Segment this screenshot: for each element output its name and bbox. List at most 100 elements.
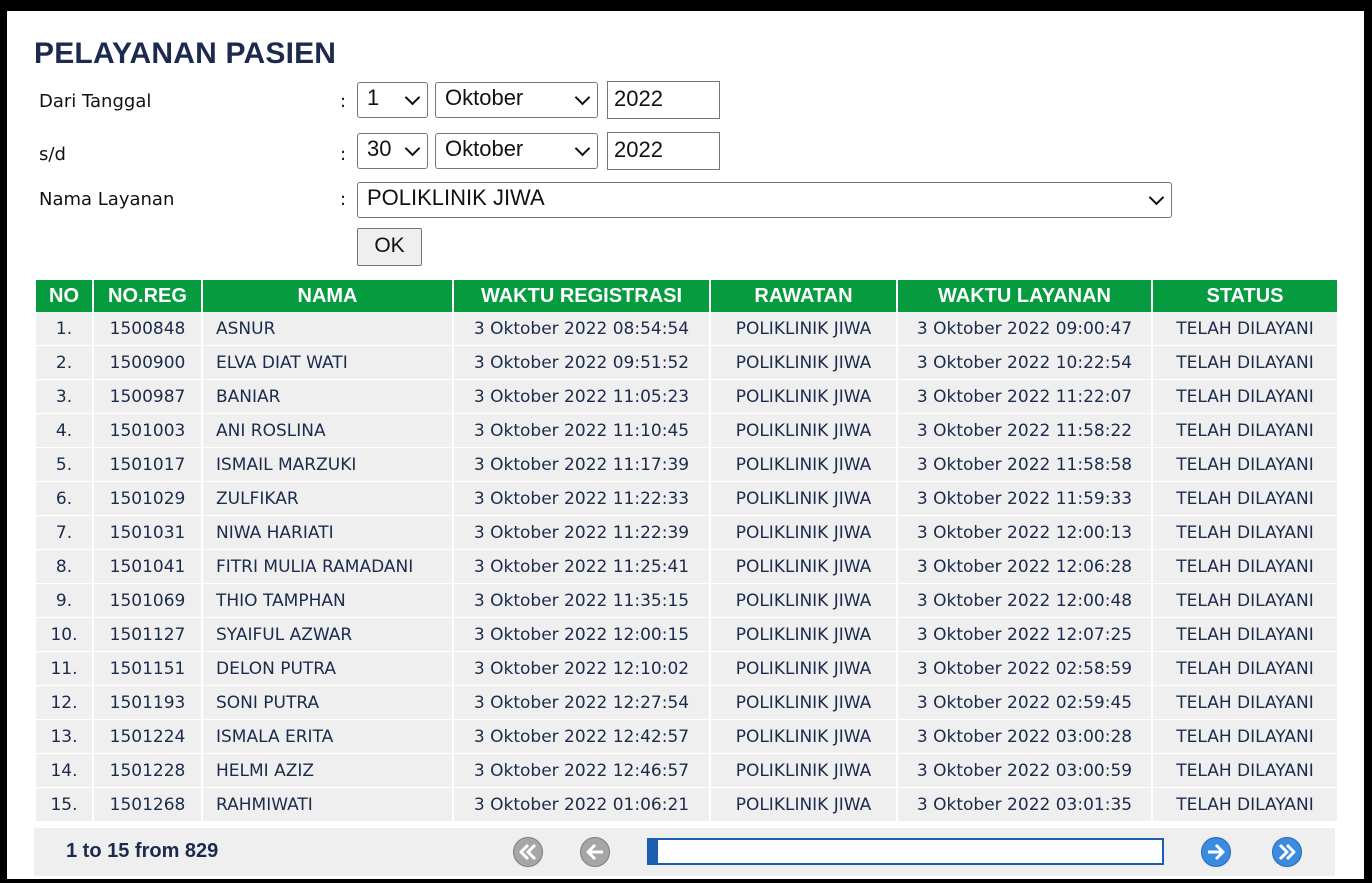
- status-text: TELAH DILAYANI: [1153, 652, 1337, 686]
- chevron-down-icon: [574, 89, 591, 106]
- to-year-input[interactable]: 2022: [607, 132, 720, 170]
- table-row[interactable]: 13. 1501224 ISMALA ERITA 3 Oktober 2022 12:…: [36, 720, 1337, 754]
- page-title: PELAYANAN PASIEN: [34, 37, 337, 70]
- service-time: 3 Oktober 2022 09:00:47: [898, 312, 1151, 346]
- table-row[interactable]: 5. 1501017 ISMAIL MARZUKI 3 Oktober 2022 11…: [36, 448, 1337, 482]
- care-unit: POLIKLINIK JIWA: [711, 788, 896, 822]
- from-month-select[interactable]: Oktober: [435, 82, 598, 118]
- column-header[interactable]: WAKTU REGISTRASI: [454, 280, 709, 312]
- row-number: 14.: [36, 754, 92, 788]
- chevron-down-icon: [404, 140, 421, 157]
- table-row[interactable]: 9. 1501069 THIO TAMPHAN 3 Oktober 2022 11:3…: [36, 584, 1337, 618]
- registration-number: 1500987: [94, 380, 201, 414]
- care-unit: POLIKLINIK JIWA: [711, 686, 896, 720]
- service-time: 3 Oktober 2022 03:00:59: [898, 754, 1151, 788]
- care-unit: POLIKLINIK JIWA: [711, 414, 896, 448]
- service-time: 3 Oktober 2022 03:00:28: [898, 720, 1151, 754]
- service-select[interactable]: POLIKLINIK JIWA: [357, 182, 1172, 218]
- table-row[interactable]: 2. 1500900 ELVA DIAT WATI 3 Oktober 2022 09…: [36, 346, 1337, 380]
- table-row[interactable]: 14. 1501228 HELMI AZIZ 3 Oktober 2022 12:46…: [36, 754, 1337, 788]
- table-row[interactable]: 3. 1500987 BANIAR 3 Oktober 2022 11:05:23 PO…: [36, 380, 1337, 414]
- care-unit: POLIKLINIK JIWA: [711, 652, 896, 686]
- row-number: 5.: [36, 448, 92, 482]
- patient-name: ZULFIKAR: [203, 482, 452, 516]
- care-unit: POLIKLINIK JIWA: [711, 754, 896, 788]
- registration-number: 1501031: [94, 516, 201, 550]
- registration-time: 3 Oktober 2022 11:22:39: [454, 516, 709, 550]
- to-date-colon: :: [340, 144, 347, 165]
- service-time: 3 Oktober 2022 11:58:22: [898, 414, 1151, 448]
- page-progress-bar[interactable]: [647, 838, 1164, 865]
- registration-number: 1501041: [94, 550, 201, 584]
- patient-name: ISMALA ERITA: [203, 720, 452, 754]
- registration-number: 1501017: [94, 448, 201, 482]
- patient-name: FITRI MULIA RAMADANI: [203, 550, 452, 584]
- column-header[interactable]: RAWATAN: [711, 280, 896, 312]
- registration-number: 1501127: [94, 618, 201, 652]
- ok-button[interactable]: OK: [357, 228, 422, 266]
- column-header[interactable]: NO.REG: [94, 280, 201, 312]
- status-text: TELAH DILAYANI: [1153, 380, 1337, 414]
- chevron-down-icon: [574, 140, 591, 157]
- row-number: 9.: [36, 584, 92, 618]
- column-header[interactable]: NAMA: [203, 280, 452, 312]
- to-day-select[interactable]: 30: [357, 133, 428, 169]
- registration-number: 1500848: [94, 312, 201, 346]
- to-month-select[interactable]: Oktober: [435, 133, 598, 169]
- patient-name: NIWA HARIATI: [203, 516, 452, 550]
- table-row[interactable]: 6. 1501029 ZULFIKAR 3 Oktober 2022 11:22:33…: [36, 482, 1337, 516]
- table-row[interactable]: 8. 1501041 FITRI MULIA RAMADANI 3 Oktober 2…: [36, 550, 1337, 584]
- column-header[interactable]: NO: [36, 280, 92, 312]
- row-number: 7.: [36, 516, 92, 550]
- registration-time: 3 Oktober 2022 09:51:52: [454, 346, 709, 380]
- service-time: 3 Oktober 2022 12:00:13: [898, 516, 1151, 550]
- table-row[interactable]: 1. 1500848 ASNUR 3 Oktober 2022 08:54:54 POL…: [36, 312, 1337, 346]
- registration-number: 1501224: [94, 720, 201, 754]
- table-row[interactable]: 10. 1501127 SYAIFUL AZWAR 3 Oktober 2022 12…: [36, 618, 1337, 652]
- status-text: TELAH DILAYANI: [1153, 414, 1337, 448]
- service-value: POLIKLINIK JIWA: [367, 185, 545, 210]
- care-unit: POLIKLINIK JIWA: [711, 584, 896, 618]
- column-header[interactable]: WAKTU LAYANAN: [898, 280, 1151, 312]
- double-chevron-right-icon[interactable]: [1271, 836, 1303, 868]
- patient-name: ELVA DIAT WATI: [203, 346, 452, 380]
- table-row[interactable]: 11. 1501151 DELON PUTRA 3 Oktober 2022 12:1…: [36, 652, 1337, 686]
- patient-name: SONI PUTRA: [203, 686, 452, 720]
- patient-table: NO NO.REG NAMA WAKTU REGISTRASI RAWATAN …: [34, 280, 1339, 822]
- from-date-colon: :: [340, 91, 347, 112]
- registration-time: 3 Oktober 2022 11:17:39: [454, 448, 709, 482]
- table-row[interactable]: 7. 1501031 NIWA HARIATI 3 Oktober 2022 11:2…: [36, 516, 1337, 550]
- page-frame: PELAYANAN PASIEN Dari Tanggal : 1 Oktobe…: [5, 9, 1366, 881]
- table-row[interactable]: 15. 1501268 RAHMIWATI 3 Oktober 2022 01:06:…: [36, 788, 1337, 822]
- care-unit: POLIKLINIK JIWA: [711, 618, 896, 652]
- patient-name: HELMI AZIZ: [203, 754, 452, 788]
- column-header[interactable]: STATUS: [1153, 280, 1337, 312]
- care-unit: POLIKLINIK JIWA: [711, 482, 896, 516]
- from-year-input[interactable]: 2022: [607, 81, 720, 119]
- table-row[interactable]: 4. 1501003 ANI ROSLINA 3 Oktober 2022 11:10…: [36, 414, 1337, 448]
- registration-time: 3 Oktober 2022 12:00:15: [454, 618, 709, 652]
- registration-number: 1501193: [94, 686, 201, 720]
- double-chevron-left-icon[interactable]: [512, 836, 544, 868]
- row-number: 11.: [36, 652, 92, 686]
- registration-time: 3 Oktober 2022 01:06:21: [454, 788, 709, 822]
- arrow-right-icon[interactable]: [1200, 836, 1232, 868]
- registration-time: 3 Oktober 2022 11:22:33: [454, 482, 709, 516]
- arrow-left-icon[interactable]: [579, 836, 611, 868]
- registration-number: 1501268: [94, 788, 201, 822]
- table-header-row: NO NO.REG NAMA WAKTU REGISTRASI RAWATAN …: [36, 280, 1337, 312]
- care-unit: POLIKLINIK JIWA: [711, 720, 896, 754]
- status-text: TELAH DILAYANI: [1153, 312, 1337, 346]
- service-time: 3 Oktober 2022 12:07:25: [898, 618, 1151, 652]
- registration-number: 1500900: [94, 346, 201, 380]
- from-day-value: 1: [367, 85, 380, 110]
- row-number: 12.: [36, 686, 92, 720]
- table-row[interactable]: 12. 1501193 SONI PUTRA 3 Oktober 2022 12:27…: [36, 686, 1337, 720]
- service-time: 3 Oktober 2022 02:58:59: [898, 652, 1151, 686]
- to-month-value: Oktober: [445, 136, 524, 161]
- chevron-down-icon: [1148, 189, 1165, 206]
- registration-time: 3 Oktober 2022 12:42:57: [454, 720, 709, 754]
- from-day-select[interactable]: 1: [357, 82, 428, 118]
- service-time: 3 Oktober 2022 11:22:07: [898, 380, 1151, 414]
- patient-name: SYAIFUL AZWAR: [203, 618, 452, 652]
